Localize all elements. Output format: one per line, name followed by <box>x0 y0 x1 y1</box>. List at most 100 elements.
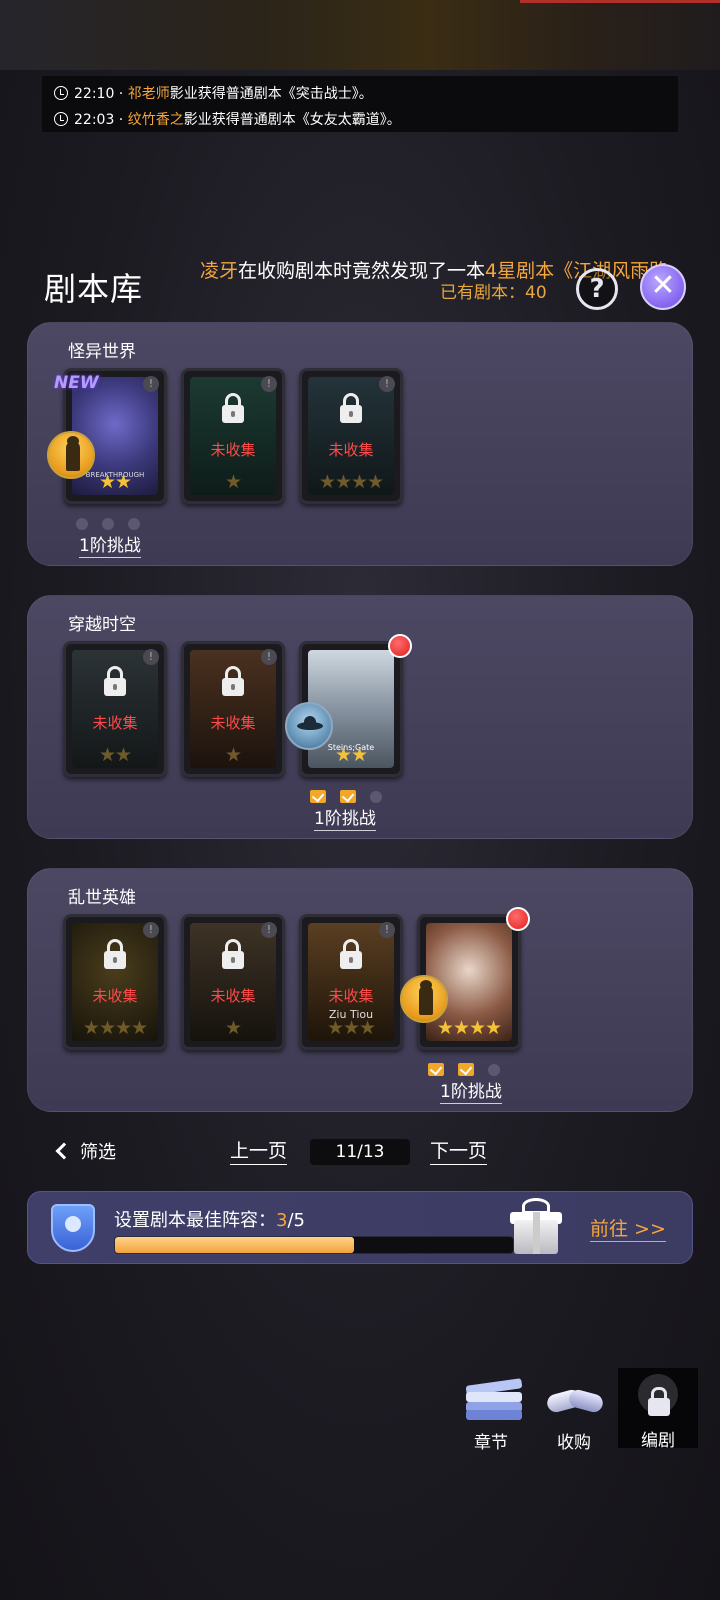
shield-person-icon <box>51 1204 95 1252</box>
owned-label: 已有剧本： <box>440 283 525 303</box>
owned-count: 40 <box>525 283 547 303</box>
check-icon <box>428 1063 444 1076</box>
challenge-progress <box>310 786 396 803</box>
new-tag: NEW <box>54 373 99 393</box>
script-card-locked[interactable]: ! 未收集 ★ <box>181 368 285 504</box>
news-player-name[interactable]: 祁老师 <box>128 86 170 102</box>
notification-dot <box>388 634 412 658</box>
info-icon[interactable]: ! <box>143 649 159 665</box>
chevron-left-icon <box>55 1142 73 1160</box>
lock-icon <box>340 393 362 423</box>
page-title: 剧本库 <box>44 270 144 308</box>
check-icon <box>310 790 326 803</box>
gift-icon[interactable] <box>510 1198 562 1256</box>
news-time: 22:03 <box>74 112 115 128</box>
screenwriter-button[interactable]: 编剧 <box>618 1368 698 1451</box>
challenge-progress <box>428 1059 514 1076</box>
progress-dot <box>102 517 114 530</box>
info-icon[interactable]: ! <box>143 922 159 938</box>
handshake-icon <box>545 1384 605 1416</box>
script-card-locked[interactable]: Ziu Tiou ! 未收集 ★★★ <box>299 914 403 1050</box>
close-button[interactable]: ✕ <box>640 264 686 310</box>
chapter-label: 章节 <box>474 1433 508 1453</box>
notification-dot <box>506 907 530 931</box>
check-icon <box>458 1063 474 1076</box>
info-icon[interactable]: ! <box>261 376 277 392</box>
book-icon <box>465 1378 523 1420</box>
uncollected-label: 未收集 <box>92 714 138 732</box>
news-time: 22:10 <box>74 86 115 102</box>
goto-button[interactable]: 前往 >> <box>590 1214 666 1242</box>
actor-avatar[interactable] <box>47 431 95 479</box>
news-ticker: 22:10 · 祁老师影业获得普通剧本《突击战士》。 22:03 · 纹竹香之影… <box>42 76 678 132</box>
script-card-locked[interactable]: ! 未收集 ★ <box>181 914 285 1050</box>
group-title: 乱世英雄 <box>68 888 136 908</box>
challenge-progress <box>76 513 154 530</box>
prev-page-button[interactable]: 上一页 <box>230 1136 288 1165</box>
star-rating: ★★★ <box>326 1017 376 1039</box>
next-page-button[interactable]: 下一页 <box>430 1136 488 1165</box>
lineup-current: 3 <box>276 1210 288 1231</box>
lock-icon <box>222 939 244 969</box>
info-icon[interactable]: ! <box>379 376 395 392</box>
page-indicator: 11/13 <box>310 1139 410 1165</box>
progress-dot <box>488 1063 500 1076</box>
script-card-locked[interactable]: ! 未收集 ★★ <box>63 641 167 777</box>
soldier-icon <box>66 436 80 471</box>
challenge-link[interactable]: 1阶挑战 <box>79 531 141 558</box>
script-card-locked[interactable]: ! 未收集 ★ <box>181 641 285 777</box>
script-card-locked[interactable]: ! 未收集 ★★★★ <box>63 914 167 1050</box>
acquire-label: 收购 <box>557 1433 591 1453</box>
challenge-link[interactable]: 1阶挑战 <box>440 1077 502 1104</box>
marquee-player-name: 凌牙 <box>200 260 239 282</box>
progress-dot <box>128 517 140 530</box>
star-rating: ★ <box>224 1017 242 1039</box>
ufo-icon <box>297 716 323 730</box>
group-title: 穿越时空 <box>68 615 136 635</box>
lineup-label: 设置剧本最佳阵容：3/5 <box>114 1206 305 1232</box>
filter-button[interactable]: 筛选 <box>55 1138 116 1164</box>
check-icon <box>340 790 356 803</box>
info-icon[interactable]: ! <box>261 922 277 938</box>
lineup-text: 设置剧本最佳阵容： <box>114 1210 276 1231</box>
news-text: 影业获得普通剧本《女友太霸道》。 <box>183 112 401 128</box>
script-card-locked[interactable]: ! 未收集 ★★★★ <box>299 368 403 504</box>
group-title: 怪异世界 <box>68 342 136 362</box>
star-rating: ★★ <box>98 744 132 766</box>
lock-icon <box>340 939 362 969</box>
chapter-button[interactable]: 章节 <box>452 1372 530 1453</box>
uncollected-label: 未收集 <box>92 987 138 1005</box>
news-line: 22:03 · 纹竹香之影业获得普通剧本《女友太霸道》。 <box>54 108 401 132</box>
script-group-weird-world: 怪异世界 BREAKTHROUGH ! NEW ★★ ! 未收集 ★ ! 未收集… <box>27 322 693 566</box>
script-group-time-travel: 穿越时空 ! 未收集 ★★ ! 未收集 ★ Steins;Gate ★★ 1阶挑… <box>27 595 693 839</box>
progress-dot <box>76 517 88 530</box>
info-icon[interactable]: ! <box>261 649 277 665</box>
actor-avatar[interactable] <box>400 975 448 1023</box>
clock-icon <box>54 112 68 126</box>
actor-avatar[interactable] <box>285 702 333 750</box>
owned-scripts-count: 已有剧本：40 <box>440 278 547 303</box>
challenge-link[interactable]: 1阶挑战 <box>314 804 376 831</box>
news-line: 22:10 · 祁老师影业获得普通剧本《突击战士》。 <box>54 82 373 106</box>
uncollected-label: 未收集 <box>328 441 374 459</box>
uncollected-label: 未收集 <box>210 714 256 732</box>
lineup-total: /5 <box>287 1210 305 1231</box>
game-scene-strip <box>0 0 720 70</box>
info-icon[interactable]: ! <box>143 376 159 392</box>
progress-dot <box>370 790 382 803</box>
star-rating: ★★★★ <box>82 1017 148 1039</box>
acquire-button[interactable]: 收购 <box>535 1372 613 1453</box>
lineup-progress-bar <box>114 1236 514 1254</box>
news-text: 影业获得普通剧本《突击战士》。 <box>169 86 373 102</box>
news-player-name[interactable]: 纹竹香之 <box>128 112 184 128</box>
lock-icon <box>222 666 244 696</box>
script-group-heroes: 乱世英雄 ! 未收集 ★★★★ ! 未收集 ★ Ziu Tiou ! 未收集 ★… <box>27 868 693 1112</box>
filter-label: 筛选 <box>80 1142 116 1163</box>
help-button[interactable]: ? <box>576 268 618 310</box>
lock-icon <box>222 393 244 423</box>
uncollected-label: 未收集 <box>328 987 374 1005</box>
star-rating: ★ <box>224 744 242 766</box>
uncollected-label: 未收集 <box>210 987 256 1005</box>
info-icon[interactable]: ! <box>379 922 395 938</box>
lock-icon <box>104 666 126 696</box>
